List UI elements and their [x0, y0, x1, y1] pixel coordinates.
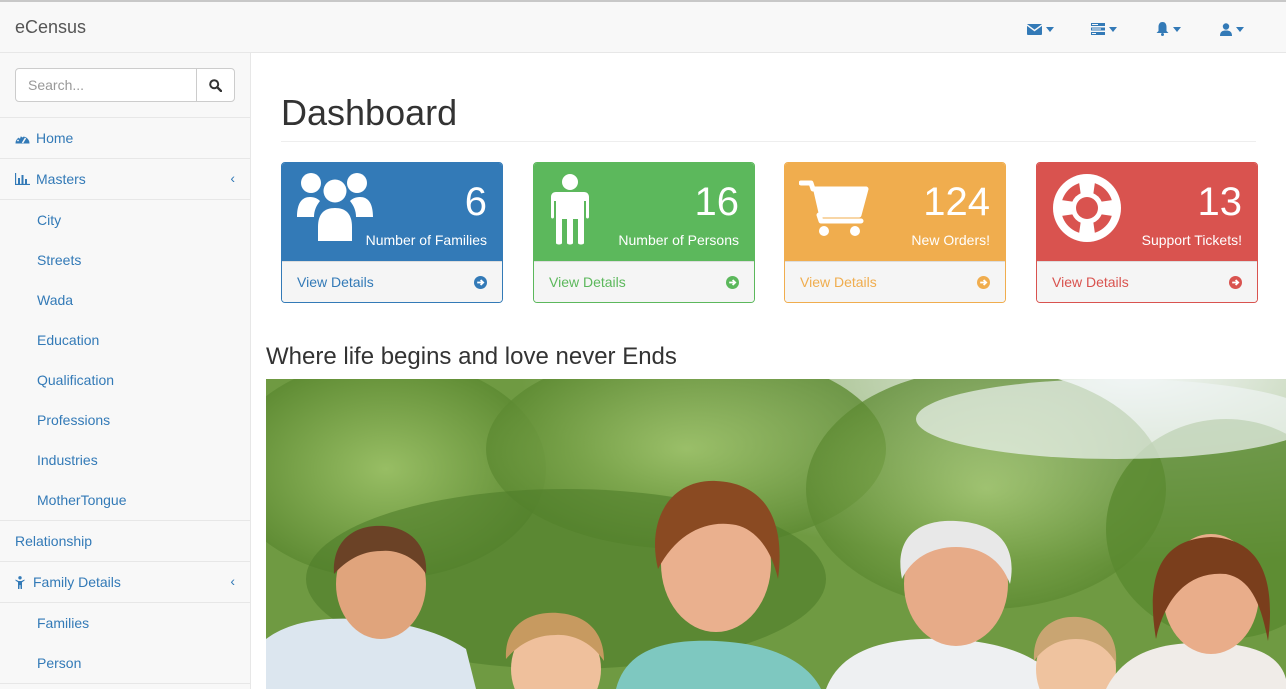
sidebar-item-professions[interactable]: Professions [0, 400, 250, 440]
tagline-heading: Where life begins and love never Ends [266, 343, 677, 370]
tickets-count: 13 [1197, 180, 1243, 224]
life-ring-icon [1053, 174, 1121, 242]
families-panel: 6 Number of Families View Details [281, 162, 503, 303]
alerts-dropdown[interactable] [1136, 18, 1200, 40]
caret-down-icon [1172, 26, 1181, 32]
envelope-icon [1026, 23, 1042, 35]
families-label: Number of Families [365, 232, 487, 248]
sidebar-item-person[interactable]: Person [0, 643, 250, 683]
top-navbar: eCensus [0, 0, 1286, 53]
view-details-label: View Details [800, 274, 877, 290]
bar-chart-icon [15, 173, 32, 185]
shopping-cart-icon [799, 180, 869, 236]
arrow-circle-right-icon [726, 275, 739, 289]
sidebar-item-families[interactable]: Families [0, 603, 250, 643]
sidebar-item-wada[interactable]: Wada [0, 280, 250, 320]
sidebar-item-industries[interactable]: Industries [0, 440, 250, 480]
family-photo [266, 379, 1286, 689]
sidebar-item-label: Family Details [33, 574, 121, 590]
person-icon [551, 174, 589, 245]
sidebar-item-home[interactable]: Home [0, 118, 250, 159]
search-button[interactable] [196, 68, 235, 102]
view-details-link[interactable]: View Details [1037, 261, 1257, 302]
sidebar-item-label: Relationship [15, 533, 93, 549]
arrow-circle-right-icon [474, 275, 487, 289]
tickets-label: Support Tickets! [1141, 232, 1242, 248]
families-count: 6 [464, 180, 487, 224]
sidebar-item-label: Masters [36, 171, 86, 187]
dashboard-icon [15, 133, 32, 144]
navbar-right-menu [1008, 18, 1264, 40]
tasks-dropdown[interactable] [1072, 18, 1136, 40]
arrow-circle-right-icon [977, 275, 990, 289]
brand-title[interactable]: eCensus [15, 17, 86, 38]
panel-heading: 16 Number of Persons [534, 163, 754, 261]
panel-heading: 124 New Orders! [785, 163, 1005, 261]
persons-count: 16 [694, 180, 740, 224]
tasks-icon [1091, 23, 1105, 35]
user-dropdown[interactable] [1200, 18, 1264, 40]
page-header: Dashboard [281, 93, 1256, 142]
persons-label: Number of Persons [618, 232, 739, 248]
sidebar-item-qualification[interactable]: Qualification [0, 360, 250, 400]
search-input[interactable] [15, 68, 197, 102]
users-icon [297, 173, 373, 243]
messages-dropdown[interactable] [1008, 18, 1072, 40]
sidebar-item-family-details[interactable]: Family Details ‹ [0, 562, 250, 603]
caret-down-icon [1109, 26, 1117, 32]
family-details-submenu: Families Person [0, 603, 250, 684]
panel-heading: 6 Number of Families [282, 163, 502, 261]
family-photo-illustration [266, 379, 1286, 689]
caret-down-icon [1045, 26, 1054, 32]
chevron-left-icon: ‹ [230, 170, 235, 186]
search-icon [209, 78, 222, 92]
user-icon [1220, 22, 1232, 36]
chevron-left-icon: ‹ [230, 573, 235, 589]
orders-panel: 124 New Orders! View Details [784, 162, 1006, 303]
sidebar-item-mothertongue[interactable]: MotherTongue [0, 480, 250, 520]
sidebar-item-label: Home [36, 130, 74, 146]
orders-label: New Orders! [911, 232, 990, 248]
masters-submenu: City Streets Wada Education Qualificatio… [0, 200, 250, 521]
view-details-label: View Details [1052, 274, 1129, 290]
orders-count: 124 [923, 180, 990, 224]
panel-heading: 13 Support Tickets! [1037, 163, 1257, 261]
child-icon [15, 575, 29, 589]
arrow-circle-right-icon [1229, 275, 1242, 289]
view-details-label: View Details [549, 274, 626, 290]
sidebar: Home Masters ‹ City Streets Wada Educati… [0, 53, 251, 689]
sidebar-item-education[interactable]: Education [0, 320, 250, 360]
sidebar-search [0, 53, 250, 118]
view-details-link[interactable]: View Details [785, 261, 1005, 302]
sidebar-item-relationship[interactable]: Relationship [0, 521, 250, 562]
sidebar-item-streets[interactable]: Streets [0, 240, 250, 280]
page-title: Dashboard [281, 92, 458, 133]
persons-panel: 16 Number of Persons View Details [533, 162, 755, 303]
caret-down-icon [1236, 26, 1244, 32]
main-content: Dashboard 6 Number of Families View Deta… [251, 53, 1286, 689]
sidebar-item-city[interactable]: City [0, 200, 250, 240]
bell-icon [1156, 22, 1168, 36]
tickets-panel: 13 Support Tickets! View Details [1036, 162, 1258, 303]
view-details-label: View Details [297, 274, 374, 290]
sidebar-item-masters[interactable]: Masters ‹ [0, 159, 250, 200]
view-details-link[interactable]: View Details [534, 261, 754, 302]
view-details-link[interactable]: View Details [282, 261, 502, 302]
